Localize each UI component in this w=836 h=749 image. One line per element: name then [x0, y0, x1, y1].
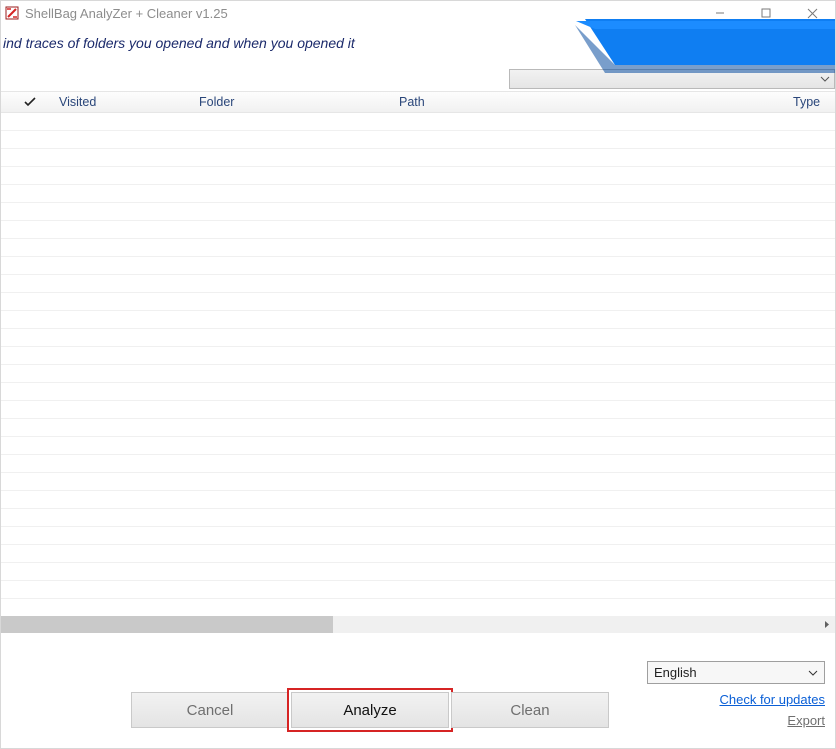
- app-window: ShellBag AnalyZer + Cleaner v1.25 ind tr…: [0, 0, 836, 749]
- table-row: [1, 311, 835, 329]
- column-header-check[interactable]: [1, 96, 51, 108]
- table-row: [1, 113, 835, 131]
- table-row: [1, 383, 835, 401]
- table-row: [1, 455, 835, 473]
- tagline: ind traces of folders you opened and whe…: [1, 35, 355, 51]
- table-row: [1, 293, 835, 311]
- column-header-visited[interactable]: Visited: [51, 95, 191, 109]
- table-row: [1, 437, 835, 455]
- table-row: [1, 239, 835, 257]
- checkmark-icon: [24, 96, 36, 108]
- cancel-button[interactable]: Cancel: [131, 692, 289, 728]
- table-row: [1, 275, 835, 293]
- language-dropdown-value: English: [654, 665, 697, 680]
- table-row: [1, 473, 835, 491]
- table-row: [1, 185, 835, 203]
- results-grid[interactable]: [1, 113, 835, 616]
- language-row: English: [11, 661, 825, 684]
- table-row: [1, 347, 835, 365]
- header-banner: ind traces of folders you opened and whe…: [1, 25, 835, 61]
- language-dropdown[interactable]: English: [647, 661, 825, 684]
- table-row: [1, 545, 835, 563]
- column-header-path[interactable]: Path: [391, 95, 785, 109]
- table-row: [1, 167, 835, 185]
- check-updates-link[interactable]: Check for updates: [719, 692, 825, 707]
- table-row: [1, 329, 835, 347]
- button-group: Cancel Analyze Clean: [131, 692, 609, 728]
- table-row: [1, 203, 835, 221]
- links-group: Check for updates Export: [719, 692, 825, 728]
- clean-button[interactable]: Clean: [451, 692, 609, 728]
- table-row: [1, 509, 835, 527]
- analyze-button[interactable]: Analyze: [291, 692, 449, 728]
- scrollbar-thumb[interactable]: [1, 616, 333, 633]
- export-link[interactable]: Export: [787, 713, 825, 728]
- column-header-folder[interactable]: Folder: [191, 95, 391, 109]
- table-row: [1, 221, 835, 239]
- table-row: [1, 419, 835, 437]
- table-row: [1, 401, 835, 419]
- table-row: [1, 581, 835, 599]
- window-title: ShellBag AnalyZer + Cleaner v1.25: [25, 6, 228, 21]
- scrollbar-arrow-right-icon[interactable]: [818, 616, 835, 633]
- table-row: [1, 257, 835, 275]
- table-row: [1, 527, 835, 545]
- chevron-down-icon: [806, 668, 820, 678]
- horizontal-scrollbar[interactable]: [1, 616, 835, 633]
- column-header-type[interactable]: Type: [785, 95, 835, 109]
- table-row: [1, 491, 835, 509]
- table-row: [1, 563, 835, 581]
- table-row: [1, 131, 835, 149]
- column-header-row: Visited Folder Path Type: [1, 91, 835, 113]
- table-row: [1, 365, 835, 383]
- banner-decoration: [575, 19, 835, 73]
- action-row: Cancel Analyze Clean Check for updates E…: [11, 692, 825, 728]
- bottom-panel: English Cancel Analyze Clean Check for u…: [1, 655, 835, 748]
- app-icon: [5, 6, 19, 20]
- table-row: [1, 599, 835, 616]
- table-row: [1, 149, 835, 167]
